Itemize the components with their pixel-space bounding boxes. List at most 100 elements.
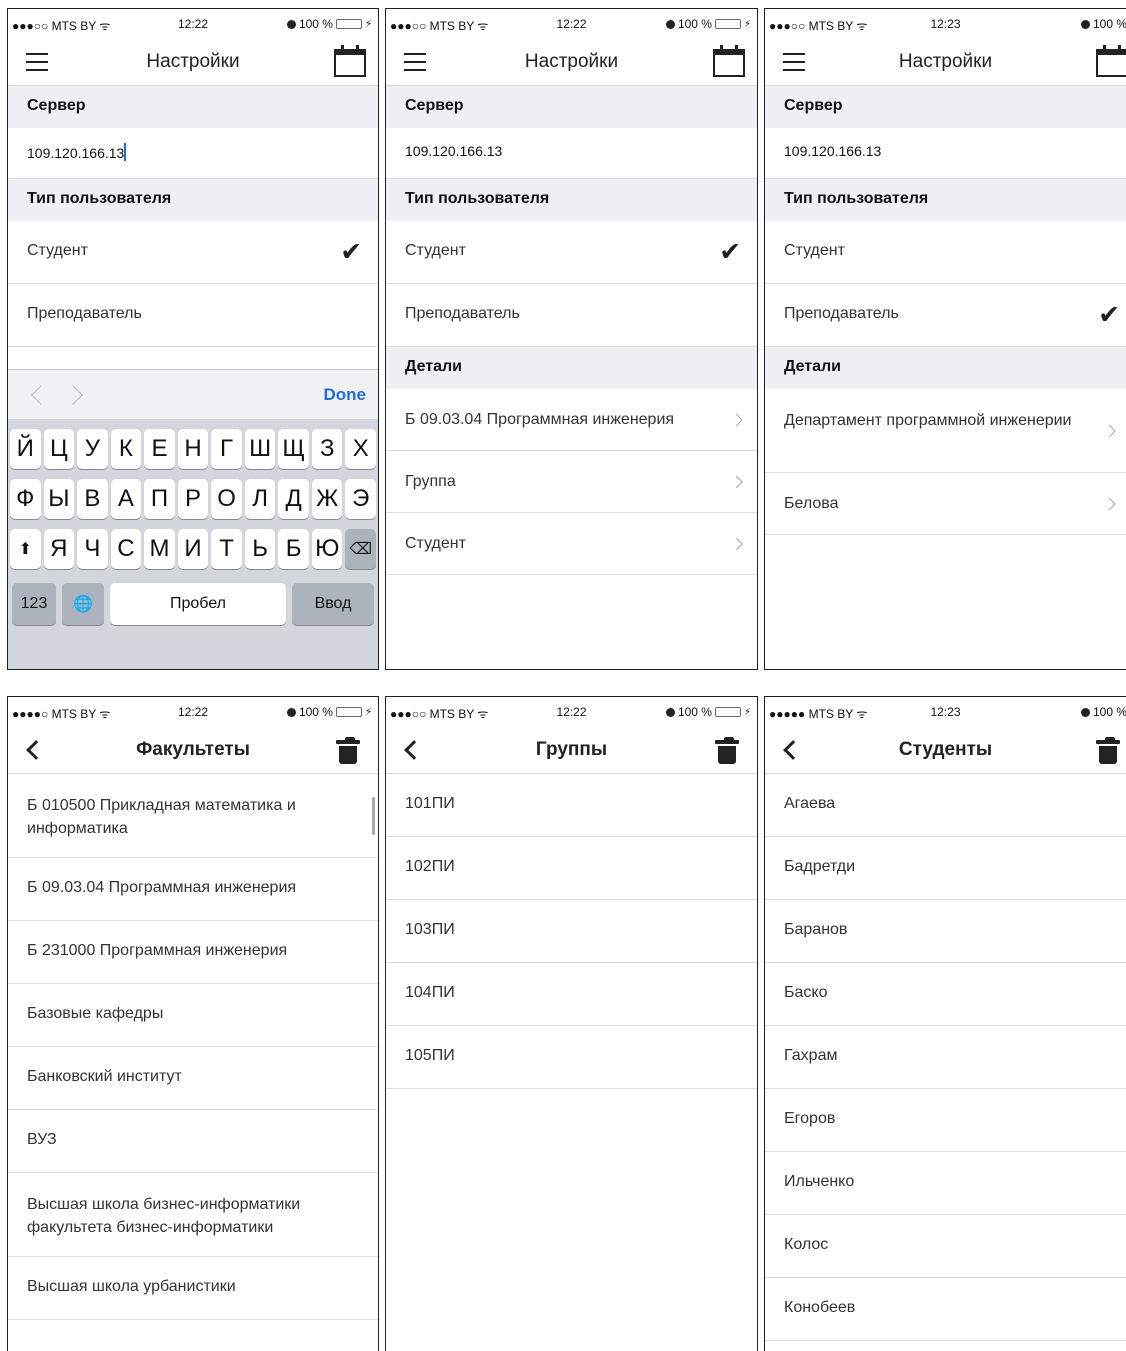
user-type-teacher[interactable]: Преподаватель [8, 284, 378, 347]
battery-icon [335, 707, 362, 717]
back-icon[interactable] [26, 740, 46, 760]
next-field-icon[interactable] [63, 385, 83, 405]
list-item[interactable]: ВУЗ [8, 1110, 378, 1173]
detail-group[interactable]: Группа [386, 451, 757, 513]
key[interactable]: С [110, 529, 142, 569]
user-type-student[interactable]: Студент [765, 221, 1126, 284]
back-icon[interactable] [404, 740, 424, 760]
list-item[interactable]: Б 09.03.04 Программная инженерия [8, 858, 378, 921]
backspace-key[interactable]: ⌫ [345, 529, 377, 569]
key[interactable]: Й [10, 429, 41, 469]
key[interactable]: Д [278, 479, 309, 519]
key[interactable]: Ц [43, 429, 75, 469]
user-type-teacher[interactable]: Преподаватель ✔ [765, 284, 1126, 347]
menu-icon[interactable] [26, 53, 48, 71]
key[interactable]: Х [345, 429, 377, 469]
chevron-right-icon [1103, 497, 1116, 510]
server-input[interactable]: 109.120.166.13 [386, 128, 757, 179]
server-input[interactable]: 109.120.166.13 [8, 128, 378, 179]
key[interactable]: Т [211, 529, 242, 569]
list-item[interactable]: Б 231000 Программная инженерия [8, 921, 378, 984]
chevron-right-icon [1103, 424, 1116, 437]
key[interactable]: В [77, 479, 108, 519]
key[interactable]: Ф [10, 479, 41, 519]
list-item[interactable]: 102ПИ [386, 837, 757, 900]
list-item[interactable]: 105ПИ [386, 1026, 757, 1089]
key[interactable]: Ж [311, 479, 343, 519]
list-item[interactable]: Бадретди [765, 837, 1126, 900]
key[interactable]: Ь [244, 529, 276, 569]
done-button[interactable]: Done [324, 385, 367, 405]
menu-icon[interactable] [404, 53, 426, 71]
nav-bar: Настройки [8, 39, 378, 86]
list-item[interactable]: Банковский институт [8, 1047, 378, 1110]
key[interactable]: Ш [244, 429, 276, 469]
list-item[interactable]: Егоров [765, 1089, 1126, 1152]
keyboard: Done Й Ц У К Е Н Г Ш Щ З Х Ф Ы В А П Р О… [8, 369, 378, 669]
key[interactable]: Л [244, 479, 276, 519]
key[interactable]: К [110, 429, 142, 469]
menu-icon[interactable] [783, 53, 805, 71]
back-icon[interactable] [783, 740, 803, 760]
list-item[interactable]: Гахрам [765, 1026, 1126, 1089]
key[interactable]: Е [144, 429, 175, 469]
detail-department[interactable]: Департамент программной инженерии [765, 389, 1126, 473]
list-item[interactable]: Высшая школа бизнес-информатики факульте… [8, 1173, 378, 1257]
calendar-icon[interactable] [1096, 45, 1126, 77]
faculties-screen: ●●●●○ MTS BY ᯤ 12:22 100 % ⚡ Факультеты … [7, 696, 379, 1351]
server-section-header: Сервер [765, 86, 1126, 128]
list-item[interactable]: Баранов [765, 900, 1126, 963]
list-item[interactable]: 104ПИ [386, 963, 757, 1026]
server-section-header: Сервер [8, 86, 378, 128]
detail-student[interactable]: Студент [386, 513, 757, 575]
user-type-student[interactable]: Студент ✔ [8, 221, 378, 284]
trash-icon[interactable] [1096, 737, 1120, 764]
calendar-icon[interactable] [334, 45, 366, 77]
key[interactable]: Ы [43, 479, 75, 519]
list-item[interactable]: Ильченко [765, 1152, 1126, 1215]
trash-icon[interactable] [336, 737, 360, 764]
key[interactable]: Ч [77, 529, 108, 569]
key[interactable]: И [177, 529, 209, 569]
server-input[interactable]: 109.120.166.13 [765, 128, 1126, 179]
list-item[interactable]: Высшая школа урбанистики [8, 1257, 378, 1320]
key[interactable]: О [211, 479, 242, 519]
list-item[interactable]: Баско [765, 963, 1126, 1026]
settings-screen-teacher: ●●●○○ MTS BY ᯤ 12:23 100 % Настройки Сер… [764, 8, 1126, 670]
shift-key[interactable]: ⬆ [10, 529, 41, 569]
numbers-key[interactable]: 123 [12, 583, 56, 625]
calendar-icon[interactable] [713, 45, 745, 77]
key[interactable]: П [144, 479, 175, 519]
key[interactable]: З [311, 429, 343, 469]
key[interactable]: Я [43, 529, 75, 569]
previous-field-icon[interactable] [31, 385, 51, 405]
key[interactable]: Э [345, 479, 377, 519]
key[interactable]: Р [177, 479, 209, 519]
globe-icon[interactable]: 🌐 [62, 583, 104, 625]
list-item[interactable]: Колос [765, 1215, 1126, 1278]
key[interactable]: У [77, 429, 108, 469]
list-item[interactable]: 101ПИ [386, 774, 757, 837]
server-value: 109.120.166.13 [784, 143, 882, 159]
key[interactable]: Б [278, 529, 309, 569]
key[interactable]: Щ [278, 429, 309, 469]
user-type-student[interactable]: Студент ✔ [386, 221, 757, 284]
detail-faculty[interactable]: Б 09.03.04 Программная инженерия [386, 389, 757, 451]
key[interactable]: М [144, 529, 175, 569]
enter-key[interactable]: Ввод [292, 583, 374, 625]
list-item[interactable]: Конобеев [765, 1278, 1126, 1341]
list-item[interactable]: 103ПИ [386, 900, 757, 963]
detail-teacher[interactable]: Белова [765, 473, 1126, 535]
space-key[interactable]: Пробел [110, 583, 286, 625]
list-item[interactable]: Б 010500 Прикладная математика и информа… [8, 774, 378, 858]
charging-icon: ⚡ [364, 18, 372, 30]
status-bar: ●●●○○ MTS BY ᯤ 12:22 100 % ⚡ [386, 9, 757, 39]
user-type-teacher[interactable]: Преподаватель [386, 284, 757, 347]
list-item[interactable]: Агаева [765, 774, 1126, 837]
key[interactable]: А [110, 479, 142, 519]
trash-icon[interactable] [715, 737, 739, 764]
key[interactable]: Г [211, 429, 242, 469]
list-item[interactable]: Базовые кафедры [8, 984, 378, 1047]
key[interactable]: Ю [311, 529, 343, 569]
key[interactable]: Н [177, 429, 209, 469]
